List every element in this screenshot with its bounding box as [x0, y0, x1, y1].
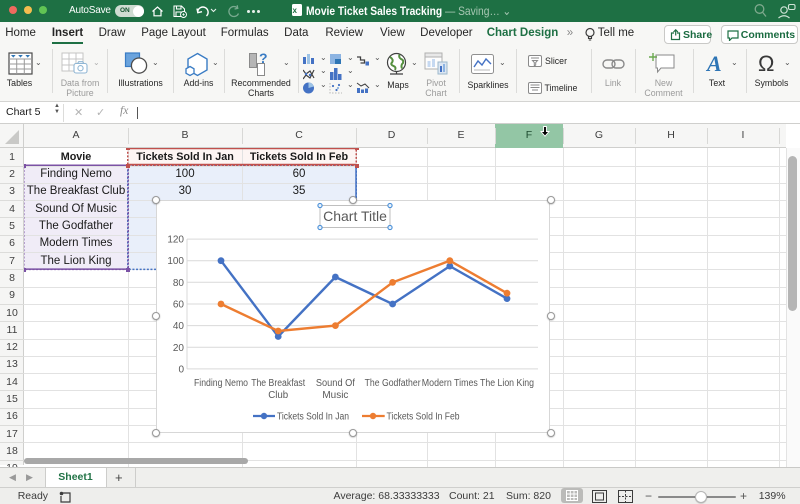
svg-text:The Breakfast: The Breakfast: [251, 378, 305, 389]
svg-text:0: 0: [178, 364, 184, 375]
svg-text:60: 60: [172, 300, 184, 311]
svg-text:Tickets Sold In Feb: Tickets Sold In Feb: [386, 412, 459, 423]
svg-text:Chart Title: Chart Title: [323, 208, 387, 224]
svg-text:120: 120: [167, 235, 184, 246]
svg-text:Tickets Sold In Jan: Tickets Sold In Jan: [277, 412, 349, 423]
svg-text:?: ?: [259, 50, 268, 66]
svg-text:Finding Nemo: Finding Nemo: [194, 378, 248, 389]
svg-text:Sound Of: Sound Of: [315, 378, 354, 389]
svg-text:Modern Times: Modern Times: [421, 378, 477, 389]
svg-text:Music: Music: [322, 390, 348, 401]
svg-text:Club: Club: [268, 390, 288, 401]
svg-text:The Lion King: The Lion King: [480, 378, 534, 389]
svg-text:Ω: Ω: [758, 53, 774, 74]
svg-text:The Godfather: The Godfather: [364, 378, 421, 389]
svg-text:80: 80: [172, 278, 184, 289]
svg-text:20: 20: [172, 343, 184, 354]
svg-text:100: 100: [167, 256, 184, 267]
svg-text:40: 40: [172, 321, 184, 332]
svg-text:A: A: [705, 53, 722, 74]
